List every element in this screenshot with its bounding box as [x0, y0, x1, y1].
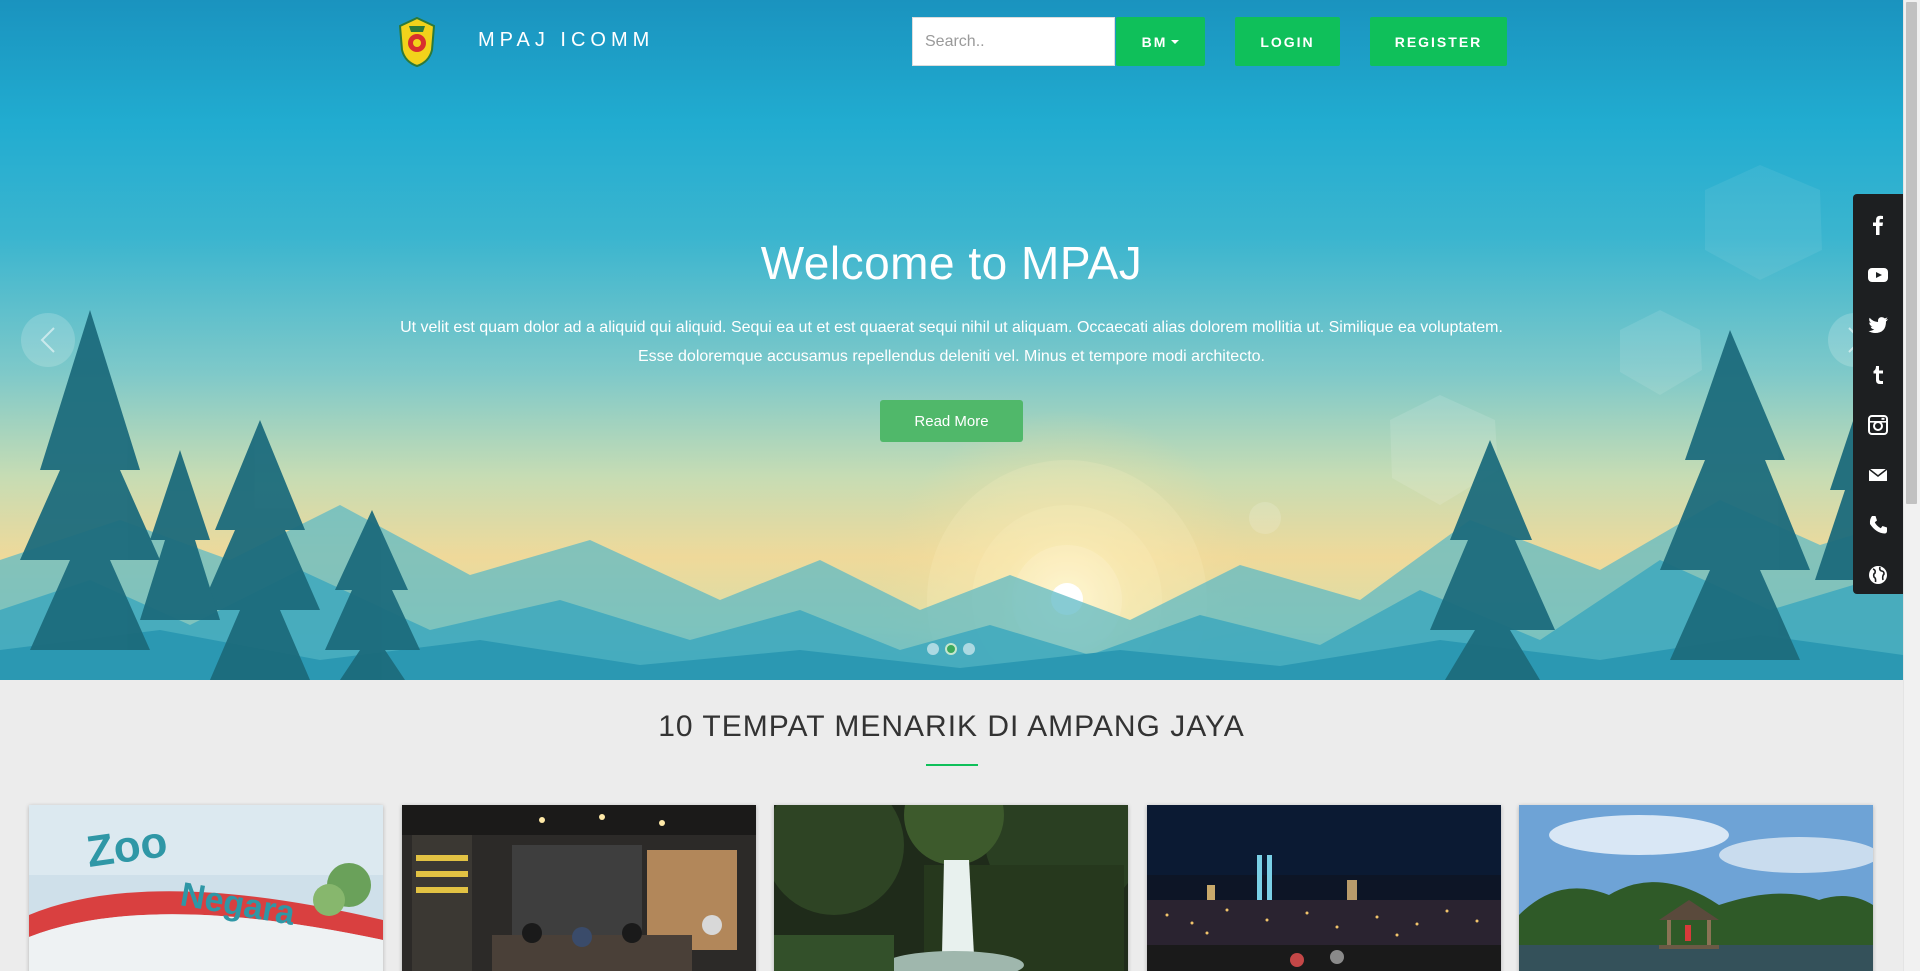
attraction-card-cafe[interactable]: [402, 805, 756, 971]
read-more-button[interactable]: Read More: [880, 400, 1023, 442]
hero-title: Welcome to MPAJ: [760, 237, 1143, 289]
section-title: 10 TEMPAT MENARIK DI AMPANG JAYA: [658, 710, 1245, 743]
hero-description: Ut velit est quam dolor ad a aliquid qui…: [400, 319, 1503, 365]
cafe-interior-photo: [402, 805, 756, 971]
globe-icon: [1869, 566, 1887, 584]
attraction-card-zoo-negara[interactable]: Zoo Negara: [29, 805, 383, 971]
twitter-link[interactable]: [1853, 300, 1903, 350]
email-icon: [1868, 468, 1888, 481]
carousel-dot-2[interactable]: [945, 643, 957, 655]
carousel-dot-1[interactable]: [927, 643, 939, 655]
youtube-link[interactable]: [1853, 250, 1903, 300]
social-sidebar: [1853, 194, 1903, 594]
website-link[interactable]: [1853, 550, 1903, 600]
caret-down-icon: [1171, 39, 1180, 44]
carousel-indicators: [927, 643, 975, 655]
hero-carousel: MPAJ ICOMM BM LOGIN REGISTER Welcome to …: [0, 0, 1903, 680]
chevron-left-icon: [40, 327, 55, 353]
attraction-card-city-view[interactable]: [1147, 805, 1501, 971]
instagram-link[interactable]: [1853, 400, 1903, 450]
instagram-icon: [1868, 415, 1888, 435]
search-input[interactable]: [912, 17, 1115, 66]
top-navbar: MPAJ ICOMM BM LOGIN REGISTER: [0, 0, 1903, 84]
twitter-icon: [1868, 317, 1888, 333]
carousel-prev-button[interactable]: [21, 313, 75, 367]
lake-gazebo-photo: [1519, 805, 1873, 971]
carousel-dot-3[interactable]: [963, 643, 975, 655]
language-dropdown-button[interactable]: BM: [1116, 17, 1205, 66]
email-link[interactable]: [1853, 450, 1903, 500]
facebook-link[interactable]: [1853, 200, 1903, 250]
page-scrollbar-thumb[interactable]: [1906, 2, 1917, 504]
waterfall-photo: [774, 805, 1128, 971]
mpaj-crest-logo[interactable]: [396, 16, 438, 68]
attraction-card-waterfall[interactable]: [774, 805, 1128, 971]
zoo-negara-photo: Zoo Negara: [29, 805, 383, 971]
brand-name[interactable]: MPAJ ICOMM: [478, 29, 654, 52]
section-title-underline: [926, 764, 978, 766]
facebook-icon: [1873, 215, 1883, 235]
register-button[interactable]: REGISTER: [1370, 17, 1507, 66]
youtube-icon: [1868, 268, 1888, 282]
attraction-card-lake-gazebo[interactable]: [1519, 805, 1873, 971]
tumblr-link[interactable]: [1853, 350, 1903, 400]
language-label: BM: [1141, 33, 1168, 50]
city-night-view-photo: [1147, 805, 1501, 971]
tumblr-icon: [1873, 366, 1883, 384]
phone-icon: [1869, 516, 1887, 534]
phone-link[interactable]: [1853, 500, 1903, 550]
login-button[interactable]: LOGIN: [1235, 17, 1340, 66]
